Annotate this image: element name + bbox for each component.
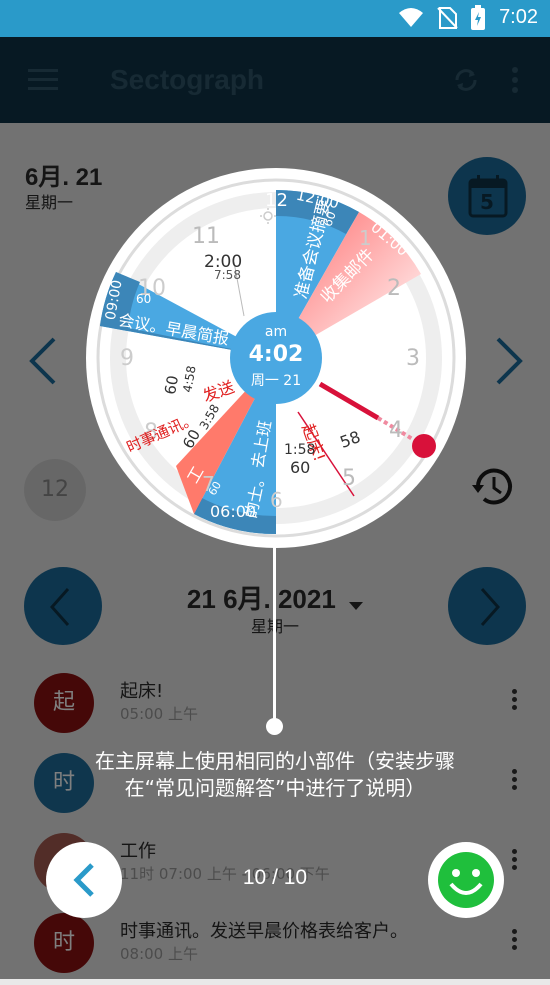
tutorial-pager: 10 / 10: [242, 866, 308, 889]
hour-label: 9: [120, 346, 134, 371]
tutorial-caption-line: 在主屏幕上使用相同的小部件（安装步骤: [95, 749, 455, 773]
small-time-label: 1:58: [284, 442, 316, 458]
hour-label: 3: [406, 346, 420, 371]
status-bar: 7:02: [0, 0, 550, 37]
no-sim-icon: [436, 6, 458, 34]
tutorial-done-button[interactable]: [428, 842, 504, 918]
hour-label: 4: [389, 418, 403, 443]
tutorial-caption-line: 在“常见问题解答”中进行了说明）: [124, 776, 426, 800]
dial-day: 周一 21: [250, 373, 302, 389]
smiley-icon: [434, 848, 498, 916]
clock-dial[interactable]: 12 1 2 3 4 5 6 7 8 9 10 11 12:00 01:00 0…: [84, 166, 468, 550]
small-time-label: 60: [290, 458, 311, 477]
wifi-icon: [398, 6, 424, 34]
dial-ampm: am: [264, 324, 288, 340]
hour-label: 11: [192, 224, 220, 249]
chevron-left-icon: [72, 862, 96, 902]
tutorial-pointer-dot: [266, 718, 283, 735]
tutorial-pointer-line: [273, 540, 276, 726]
status-time: 7:02: [499, 6, 538, 28]
dial-time: 4:02: [248, 342, 304, 367]
small-time-label: 60: [136, 292, 152, 306]
hour-label: 6: [270, 488, 283, 512]
small-time-label: 60: [161, 374, 183, 396]
hour-label: 5: [342, 466, 356, 491]
small-time-label: 7:58: [214, 268, 241, 282]
hour-label: 2: [387, 276, 401, 301]
sun-icon: [260, 208, 276, 228]
battery-icon: [470, 5, 486, 35]
tutorial-caption: 在主屏幕上使用相同的小部件（安装步骤 在“常见问题解答”中进行了说明）: [20, 748, 530, 802]
tutorial-back-button[interactable]: [46, 842, 122, 918]
